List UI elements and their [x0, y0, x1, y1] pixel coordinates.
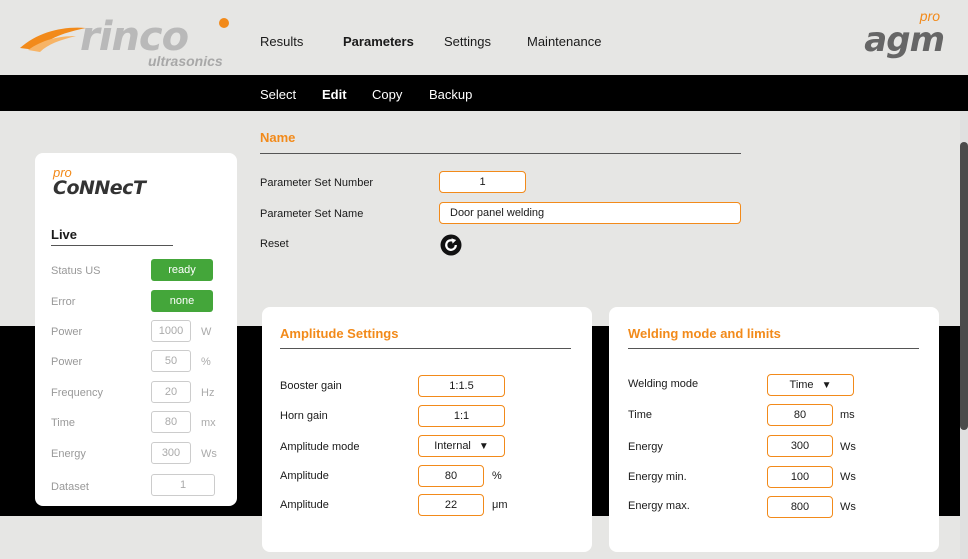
- nav-parameters[interactable]: Parameters: [343, 34, 414, 49]
- energy-value: 300: [151, 442, 191, 464]
- welding-rule: [628, 348, 919, 349]
- frequency-unit: Hz: [201, 387, 215, 399]
- status-us-badge: ready: [151, 259, 213, 281]
- power-pct-label: Power: [51, 356, 83, 368]
- amplitude-um-unit: μm: [492, 499, 508, 511]
- agm-logo: pro agm: [834, 8, 945, 62]
- energy-max-unit: Ws: [840, 501, 856, 513]
- energy-unit: Ws: [201, 448, 217, 460]
- connect-logo: pro CoNNecT: [53, 166, 146, 199]
- set-number-field[interactable]: 1: [439, 171, 526, 193]
- logo-subtitle: ultrasonics: [148, 53, 223, 69]
- weld-time-field[interactable]: 80: [767, 404, 833, 426]
- subnav-select[interactable]: Select: [260, 87, 296, 102]
- energy-min-unit: Ws: [840, 471, 856, 483]
- energy-label: Energy: [51, 448, 86, 460]
- dataset-value: 1: [151, 474, 215, 496]
- time-unit: mx: [201, 417, 216, 429]
- amplitude-pct-field[interactable]: 80: [418, 465, 484, 487]
- amplitude-um-field[interactable]: 22: [418, 494, 484, 516]
- booster-gain-label: Booster gain: [280, 380, 342, 392]
- amplitude-rule: [280, 348, 571, 349]
- booster-gain-field[interactable]: 1:1.5: [418, 375, 505, 397]
- dataset-label: Dataset: [51, 481, 89, 493]
- power-w-label: Power: [51, 326, 83, 338]
- status-us-label: Status US: [51, 265, 101, 277]
- subnav-edit[interactable]: Edit: [322, 87, 347, 102]
- welding-mode-select[interactable]: Time ▼: [767, 374, 854, 396]
- top-bar: rinco ultrasonics Results Parameters Set…: [0, 0, 968, 74]
- nav-settings[interactable]: Settings: [444, 34, 491, 49]
- time-label: Time: [51, 417, 76, 429]
- subnav-copy[interactable]: Copy: [372, 87, 402, 102]
- nav-results[interactable]: Results: [260, 34, 303, 49]
- subnav-backup[interactable]: Backup: [429, 87, 472, 102]
- set-name-label: Parameter Set Name: [260, 208, 364, 220]
- frequency-value: 20: [151, 381, 191, 403]
- scrollbar-thumb[interactable]: [960, 142, 968, 430]
- name-section-rule: [260, 153, 741, 154]
- energy-min-field[interactable]: 100: [767, 466, 833, 488]
- welding-title: Welding mode and limits: [628, 326, 781, 341]
- nav-maintenance[interactable]: Maintenance: [527, 34, 601, 49]
- set-name-field[interactable]: Door panel welding: [439, 202, 741, 224]
- frequency-label: Frequency: [51, 387, 103, 399]
- connect-logo-name: CoNNecT: [53, 177, 146, 199]
- power-w-unit: W: [201, 326, 212, 338]
- weld-energy-field[interactable]: 300: [767, 435, 833, 457]
- dropdown-arrow-icon: ▼: [821, 379, 832, 391]
- weld-time-unit: ms: [840, 409, 855, 421]
- amplitude-um-label: Amplitude: [280, 499, 329, 511]
- welding-mode-label: Welding mode: [628, 378, 699, 390]
- amplitude-title: Amplitude Settings: [280, 326, 399, 341]
- power-pct-unit: %: [201, 356, 211, 368]
- weld-energy-unit: Ws: [840, 441, 856, 453]
- set-number-label: Parameter Set Number: [260, 177, 374, 189]
- weld-time-label: Time: [628, 409, 653, 421]
- weld-energy-label: Energy: [628, 441, 663, 453]
- registered-mark: [219, 18, 229, 28]
- horn-gain-label: Horn gain: [280, 410, 328, 422]
- amplitude-mode-select[interactable]: Internal ▼: [418, 435, 505, 457]
- live-rule: [51, 245, 173, 246]
- horn-gain-field[interactable]: 1:1: [418, 405, 505, 427]
- welding-mode-value: Time: [789, 379, 814, 391]
- power-pct-value: 50: [151, 350, 191, 372]
- live-panel: pro CoNNecT Live Status US ready Error n…: [35, 153, 237, 506]
- energy-max-label: Energy max.: [628, 500, 690, 512]
- rinco-swoosh-icon: [20, 27, 86, 52]
- amplitude-mode-label: Amplitude mode: [280, 441, 360, 453]
- sub-nav: Select Edit Copy Backup: [0, 75, 968, 111]
- time-value: 80: [151, 411, 191, 433]
- power-w-value: 1000: [151, 320, 191, 342]
- amplitude-pct-unit: %: [492, 470, 502, 482]
- name-section-title: Name: [260, 130, 296, 145]
- amplitude-mode-value: Internal: [434, 440, 471, 452]
- live-title: Live: [51, 227, 78, 242]
- energy-max-field[interactable]: 800: [767, 496, 833, 518]
- rinco-logo: rinco ultrasonics: [18, 10, 238, 69]
- reset-label: Reset: [260, 238, 289, 250]
- amplitude-pct-label: Amplitude: [280, 470, 329, 482]
- agm-logo-name: agm: [864, 20, 945, 60]
- reset-icon[interactable]: [440, 234, 462, 256]
- energy-min-label: Energy min.: [628, 471, 687, 483]
- error-label: Error: [51, 296, 76, 308]
- error-badge: none: [151, 290, 213, 312]
- dropdown-arrow-icon: ▼: [478, 440, 489, 452]
